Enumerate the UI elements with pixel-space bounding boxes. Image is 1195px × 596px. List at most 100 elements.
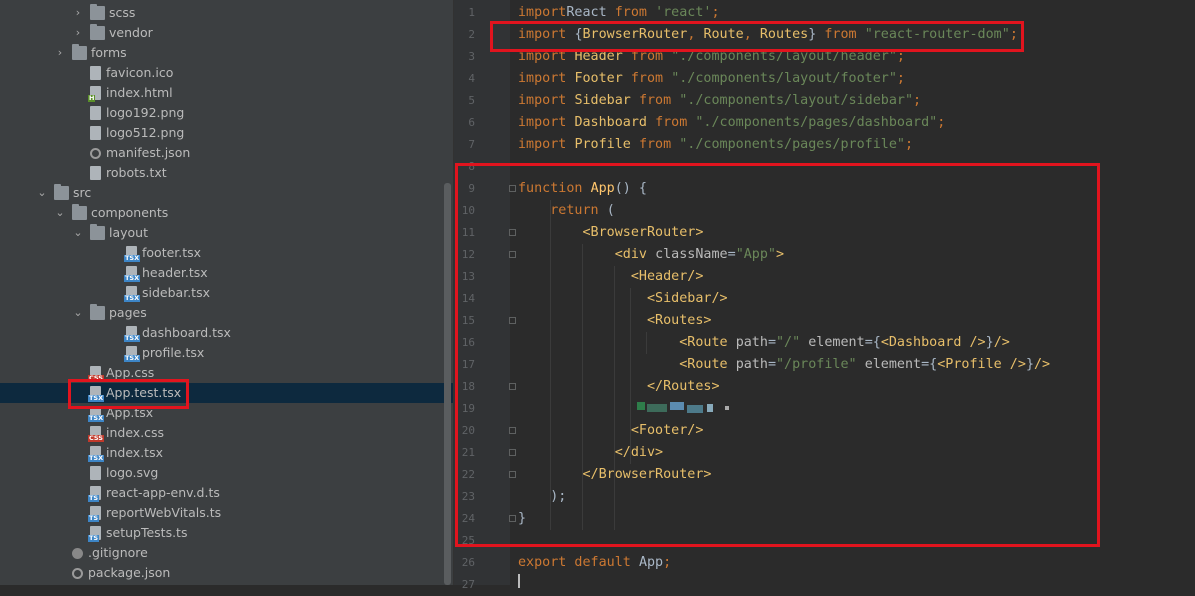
project-tree: › scss › vendor › forms favicon.ico index.html l… [0,0,453,585]
config-file-icon [72,568,83,579]
tree-item-label: .gitignore [88,545,148,560]
tree-item[interactable]: ⌄ src [0,183,453,203]
code-token: "./components/pages/dashboard" [695,115,938,130]
text-caret [518,574,520,588]
file-icon [124,246,141,262]
tree-item[interactable]: robots.txt [0,163,453,183]
tree-item[interactable]: › forms [0,43,453,63]
code-token: import [518,137,575,152]
file-icon [88,366,104,382]
file-icon [124,346,141,362]
tree-item-label: components [91,205,169,220]
tree-item-label: pages [109,305,147,320]
code-token: import [518,115,575,130]
code-token: App [638,555,664,570]
tree-item-label: header.tsx [142,265,208,280]
code-token: ; [663,555,672,570]
tree-item[interactable]: .gitignore [0,543,453,563]
code-token: React [566,5,615,20]
code-token: 'react' [655,5,712,20]
chevron-down-icon[interactable]: ⌄ [72,303,84,323]
tree-item-label: react-app-env.d.ts [106,485,220,500]
tree-item[interactable]: logo512.png [0,123,453,143]
code-token: "./components/layout/footer" [671,71,897,86]
tree-item-label: logo192.png [106,105,185,120]
code-line[interactable]: import Sidebar from "./components/layout… [518,90,921,112]
gitignore-icon [72,548,83,559]
code-token: "./components/pages/profile" [679,137,905,152]
code-token: Sidebar [574,93,639,108]
tree-item[interactable]: index.css [0,423,453,443]
file-icon [90,166,101,180]
code-token: ; [937,115,946,130]
code-line[interactable]: import Profile from "./components/pages/… [518,134,913,156]
highlight-box-app-function [455,163,1100,547]
tree-item[interactable]: index.tsx [0,443,453,463]
line-number: 5 [468,94,475,107]
code-line[interactable]: export default App; [518,552,671,574]
file-icon [124,326,141,342]
tree-item[interactable]: ⌄ components [0,203,453,223]
file-icon [90,466,101,480]
code-token: ; [896,71,905,86]
tree-item-label: setupTests.ts [106,525,188,540]
tree-item[interactable]: logo192.png [0,103,453,123]
tree-item[interactable]: dashboard.tsx [0,323,453,343]
line-number: 1 [468,6,475,19]
chevron-right-icon[interactable]: › [72,23,84,43]
tree-item-label: logo.svg [106,465,159,480]
tree-item[interactable]: header.tsx [0,263,453,283]
file-icon [88,426,104,442]
line-number: 3 [468,50,475,63]
tree-scrollbar[interactable] [444,183,451,585]
code-token: from [638,137,680,152]
line-number: 7 [468,138,475,151]
tree-item-label: profile.tsx [142,345,205,360]
code-token: "./components/layout/sidebar" [679,93,914,108]
tree-item[interactable]: ⌄ layout [0,223,453,243]
code-token: import [518,5,567,20]
tree-item[interactable]: footer.tsx [0,243,453,263]
tree-item-label: index.tsx [106,445,163,460]
tree-item[interactable]: sidebar.tsx [0,283,453,303]
tree-item-label: sidebar.tsx [142,285,210,300]
file-icon [90,126,101,140]
blurred-content [637,402,729,414]
code-token: import [518,71,575,86]
tree-item[interactable]: package.json [0,563,453,583]
tree-item[interactable]: › vendor [0,23,453,43]
tree-item-label: package.json [88,565,171,580]
chevron-right-icon[interactable]: › [54,43,66,63]
code-token: import [518,93,575,108]
code-token: Dashboard [574,115,656,130]
tree-item[interactable]: › scss [0,3,453,23]
tree-item[interactable]: index.html [0,83,453,103]
tree-item-label: src [73,185,92,200]
tree-item[interactable]: ⌄ pages [0,303,453,323]
chevron-down-icon[interactable]: ⌄ [54,203,66,223]
tree-item[interactable]: react-app-env.d.ts [0,483,453,503]
chevron-right-icon[interactable]: › [72,3,84,23]
highlight-box-router-import [490,21,1024,52]
code-token: from [638,93,680,108]
tree-item[interactable]: favicon.ico [0,63,453,83]
tree-item[interactable]: profile.tsx [0,343,453,363]
code-token: Footer [574,71,631,86]
tree-item-label: robots.txt [106,165,167,180]
tree-item[interactable]: reportWebVitals.ts [0,503,453,523]
tree-item[interactable]: logo.svg [0,463,453,483]
tree-item-label: layout [109,225,149,240]
folder-icon [72,204,87,220]
code-line[interactable]: import Dashboard from "./components/page… [518,112,945,134]
chevron-down-icon[interactable]: ⌄ [72,223,84,243]
tree-item[interactable]: manifest.json [0,143,453,163]
highlight-box-selected-file [68,379,189,409]
file-icon [124,266,141,282]
code-line[interactable]: import Footer from "./components/layout/… [518,68,905,90]
code-token: export default [518,555,639,570]
tree-item[interactable]: setupTests.ts [0,523,453,543]
code-token: Profile [574,137,639,152]
tree-item-label: reportWebVitals.ts [106,505,222,520]
tree-item-label: index.html [106,85,173,100]
chevron-down-icon[interactable]: ⌄ [36,183,48,203]
